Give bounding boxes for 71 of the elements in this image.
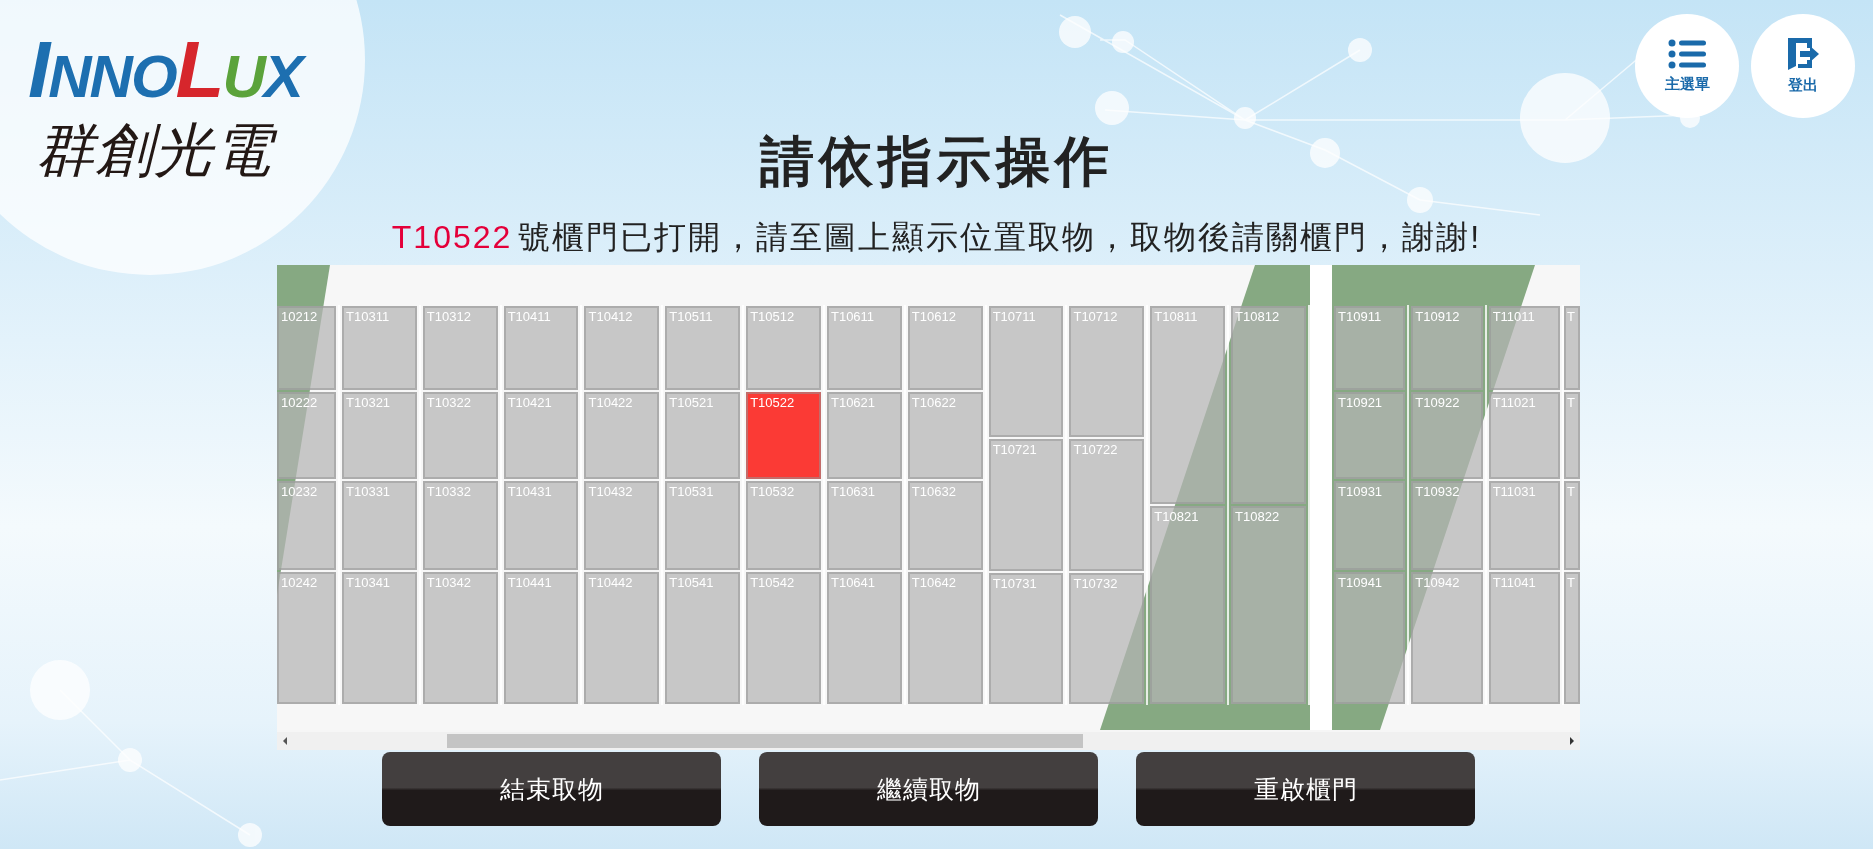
locker-door: T10921 — [1334, 392, 1406, 480]
locker-door: T10912 — [1411, 306, 1483, 391]
locker-door: T10712 — [1069, 306, 1145, 438]
locker-door: T10911 — [1334, 306, 1406, 391]
action-button[interactable]: 結束取物 — [382, 752, 721, 826]
locker-door: T10541 — [665, 571, 741, 704]
locker-door: T10941 — [1334, 571, 1406, 704]
locker-door: T10421 — [503, 392, 579, 480]
locker-door: T11041 — [1488, 571, 1560, 704]
locker-door: 10222 — [277, 392, 336, 480]
list-icon — [1668, 38, 1706, 69]
locker-door: T10632 — [907, 481, 983, 570]
locker-door: T10942 — [1411, 571, 1483, 704]
locker-door: T10932 — [1411, 481, 1483, 570]
locker-door: 10232 — [277, 481, 336, 570]
locker-door: T10412 — [584, 306, 660, 391]
locker-door: T10931 — [1334, 481, 1406, 570]
locker-door: T10422 — [584, 392, 660, 480]
locker-door: T10431 — [503, 481, 579, 570]
locker-door: T10621 — [826, 392, 902, 480]
locker-door: T10522 — [746, 392, 821, 480]
locker-door: T10721 — [988, 439, 1064, 571]
locker-door: T10642 — [907, 571, 983, 704]
instruction-text: 號櫃門已打開，請至圖上顯示位置取物，取物後請關櫃門，謝謝! — [518, 219, 1482, 255]
locker-door: T10812 — [1231, 306, 1306, 504]
locker-door: T10512 — [746, 306, 821, 391]
locker-door: T10411 — [503, 306, 579, 391]
locker-door: T10442 — [584, 571, 660, 704]
locker-door: 10212 — [277, 306, 336, 391]
locker-door: 10242 — [277, 571, 336, 704]
locker-door: T10441 — [503, 571, 579, 704]
action-button[interactable]: 繼續取物 — [759, 752, 1098, 826]
locker-door: T10611 — [826, 306, 902, 391]
exit-door-icon — [1786, 37, 1820, 70]
locker-door: T10322 — [422, 392, 498, 480]
locker-door: T10321 — [342, 392, 417, 480]
horizontal-scrollbar[interactable] — [277, 732, 1580, 750]
locker-door: T10531 — [665, 481, 741, 570]
locker-door: T10732 — [1069, 572, 1145, 704]
locker-door: T10811 — [1150, 306, 1226, 504]
locker-door: T11021 — [1488, 392, 1560, 480]
page-title: 請依指示操作 — [759, 130, 1114, 192]
locker-door: T10521 — [665, 392, 741, 480]
action-button[interactable]: 重啟櫃門 — [1136, 752, 1475, 826]
locker-door: T10731 — [988, 572, 1064, 704]
locker-door: T10641 — [826, 571, 902, 704]
locker-door: T10332 — [422, 481, 498, 570]
locker-door: T11011 — [1488, 306, 1560, 391]
scrollbar-thumb[interactable] — [447, 734, 1083, 748]
company-name: 群創光電 — [34, 115, 284, 185]
locker-door: T10622 — [907, 392, 983, 480]
locker-door: T10312 — [422, 306, 498, 391]
locker-door: T10511 — [665, 306, 741, 391]
logout-button[interactable]: 登出 — [1751, 14, 1855, 118]
locker-door: T10331 — [342, 481, 417, 570]
locker-door: T10821 — [1150, 506, 1226, 704]
locker-door: T10822 — [1231, 506, 1306, 704]
locker-door: T10922 — [1411, 392, 1483, 480]
locker-code: T10522 — [391, 219, 513, 255]
locker-door: T10612 — [907, 306, 983, 391]
locker-door: T11031 — [1488, 481, 1560, 570]
locker-door: T10631 — [826, 481, 902, 570]
locker-door: T10342 — [422, 571, 498, 704]
locker-door: T10722 — [1069, 439, 1145, 571]
locker-door: T10542 — [746, 571, 821, 704]
locker-door: T10532 — [746, 481, 821, 570]
locker-door: T10711 — [988, 306, 1064, 438]
locker-door: T10311 — [342, 306, 417, 391]
locker-door: T10341 — [342, 571, 417, 704]
locker-door: T10432 — [584, 481, 660, 570]
main-menu-button[interactable]: 主選單 — [1635, 14, 1739, 118]
